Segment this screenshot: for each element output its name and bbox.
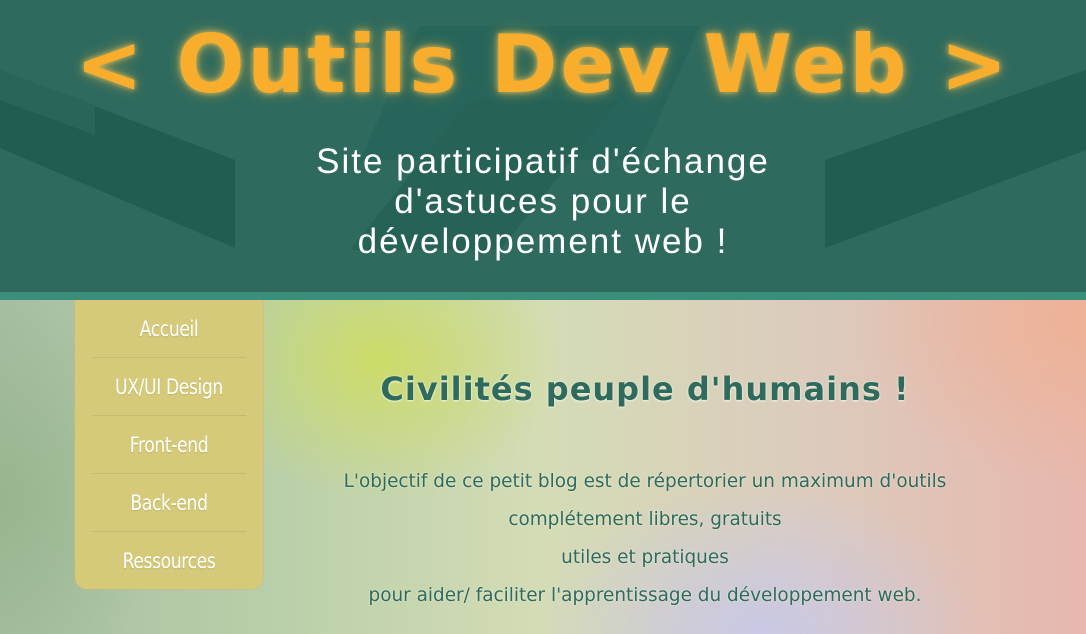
site-tagline: Site participatif d'échange d'astuces po… bbox=[243, 142, 843, 262]
intro-text: L'objectif de ce petit blog est de réper… bbox=[296, 462, 994, 614]
sidebar-nav: Accueil UX/UI Design Front-end Back-end … bbox=[75, 300, 263, 589]
nav-item-front-end[interactable]: Front-end bbox=[91, 416, 247, 474]
header-divider bbox=[0, 292, 1086, 300]
tagline-line: Site participatif d'échange bbox=[316, 142, 770, 181]
intro-line: L'objectif de ce petit blog est de réper… bbox=[343, 470, 947, 492]
intro-line: utiles et pratiques bbox=[561, 546, 729, 568]
tagline-line: développement web ! bbox=[357, 222, 729, 261]
page-title: Civilités peuple d'humains ! bbox=[380, 370, 910, 408]
site-header: < Outils Dev Web > Site participatif d'é… bbox=[0, 0, 1086, 292]
nav-item-ux-ui-design[interactable]: UX/UI Design bbox=[91, 358, 247, 416]
intro-line: complétement libres, gratuits bbox=[508, 508, 782, 530]
site-title[interactable]: < Outils Dev Web > bbox=[0, 10, 1086, 120]
nav-item-accueil[interactable]: Accueil bbox=[91, 300, 247, 358]
intro-line: pour aider/ faciliter l'apprentissage du… bbox=[368, 584, 922, 606]
nav-item-ressources[interactable]: Ressources bbox=[92, 532, 246, 589]
tagline-line: d'astuces pour le bbox=[394, 182, 692, 221]
nav-item-back-end[interactable]: Back-end bbox=[91, 474, 247, 532]
page-content: Accueil UX/UI Design Front-end Back-end … bbox=[0, 300, 1086, 634]
